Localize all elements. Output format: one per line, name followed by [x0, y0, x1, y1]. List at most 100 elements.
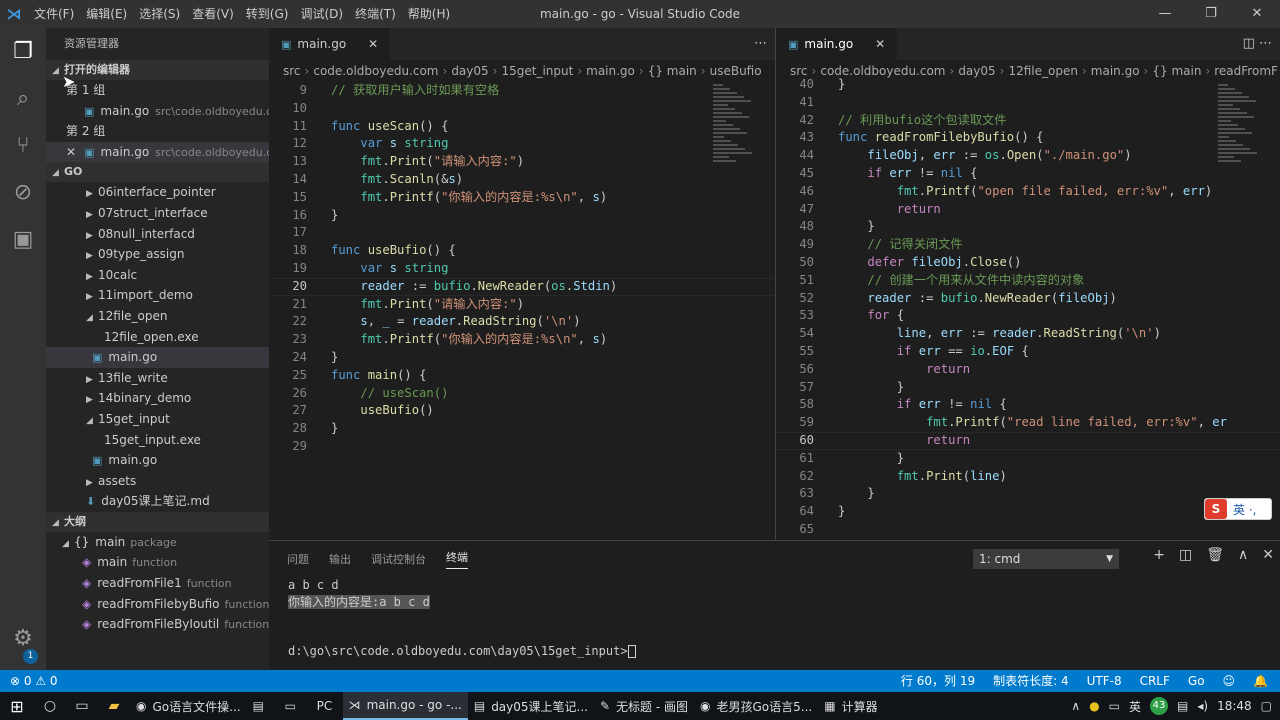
code-line[interactable]: 11 func useScan() {: [269, 118, 775, 136]
more-actions-icon[interactable]: ⋯: [754, 28, 767, 60]
code-line[interactable]: 9 // 获取用户输入时如果有空格: [269, 82, 775, 100]
code-line[interactable]: 45 if err != nil {: [776, 165, 1280, 183]
code-line[interactable]: 65: [776, 521, 1280, 539]
code-line[interactable]: 13 fmt.Print("请输入内容:"): [269, 153, 775, 171]
taskbar-app[interactable]: ◉ 老男孩Go语言5...: [694, 692, 818, 720]
code-line[interactable]: 20 reader := bufio.NewReader(os.Stdin): [269, 278, 775, 296]
code-line[interactable]: 15 fmt.Printf("你输入的内容是:%s\n", s): [269, 189, 775, 207]
breadcrumb-item[interactable]: 15get_input: [501, 64, 573, 78]
network-icon[interactable]: ▤: [1177, 699, 1188, 713]
taskbar-app[interactable]: ▭: [279, 692, 311, 720]
file-explorer-icon[interactable]: ▰: [98, 698, 130, 714]
code-line[interactable]: 19 var s string: [269, 260, 775, 278]
outline-item[interactable]: ◈ readFromFile1 function: [46, 573, 269, 594]
code-line[interactable]: 16}: [269, 207, 775, 225]
outline-root[interactable]: ◢{} main package: [46, 532, 269, 553]
code-line[interactable]: 24}: [269, 349, 775, 367]
split-editor-icon[interactable]: ◫ ⋯: [1243, 28, 1272, 60]
code-line[interactable]: 50 defer fileObj.Close(): [776, 254, 1280, 272]
tray-app-icon[interactable]: ▭: [1109, 699, 1120, 713]
debug-button[interactable]: ⊘: [0, 169, 46, 216]
extensions-button[interactable]: ▣: [0, 216, 46, 263]
code-line[interactable]: 12 var s string: [269, 135, 775, 153]
code-line[interactable]: 61 }: [776, 450, 1280, 468]
code-line[interactable]: 10: [269, 100, 775, 118]
code-line[interactable]: 28}: [269, 420, 775, 438]
code-line[interactable]: 42 // 利用bufio这个包读取文件: [776, 112, 1280, 130]
encoding[interactable]: UTF-8: [1087, 670, 1122, 692]
tree-item[interactable]: ◢ 15get_input: [46, 409, 269, 430]
code-line[interactable]: 52 reader := bufio.NewReader(fileObj): [776, 290, 1280, 308]
code-line[interactable]: 41: [776, 94, 1280, 112]
taskbar-app[interactable]: ▦ 计算器: [818, 692, 883, 720]
trash-icon[interactable]: 🗑: [1206, 547, 1224, 563]
tab-terminal[interactable]: 终端: [446, 549, 468, 569]
menu-view[interactable]: 查看(V): [186, 0, 240, 28]
taskbar-app[interactable]: ◉ Go语言文件操...: [130, 692, 247, 720]
outline-item[interactable]: ◈ readFromFilebyBufio function: [46, 594, 269, 615]
code-line[interactable]: 60 return: [776, 432, 1280, 450]
breadcrumb-item[interactable]: src: [283, 64, 301, 78]
breadcrumb-item[interactable]: {} main: [648, 64, 697, 78]
clock[interactable]: 18:48: [1217, 699, 1252, 713]
tree-item[interactable]: ▶ 10calc: [46, 265, 269, 286]
tree-item[interactable]: ▶ 06interface_pointer: [46, 182, 269, 203]
left-code-area[interactable]: 9 // 获取用户输入时如果有空格 10 11 func useScan() {12 v…: [269, 82, 775, 456]
code-line[interactable]: 17: [269, 224, 775, 242]
code-line[interactable]: 25 func main() {: [269, 367, 775, 385]
temperature-badge[interactable]: 43: [1150, 697, 1168, 715]
tab-close-icon[interactable]: ✕: [875, 37, 885, 51]
tab-problems[interactable]: 问题: [287, 551, 309, 567]
tab-size[interactable]: 制表符长度: 4: [993, 670, 1069, 692]
tree-item[interactable]: ▶ assets: [46, 471, 269, 492]
feedback-icon[interactable]: ☺: [1223, 670, 1236, 692]
cursor-position[interactable]: 行 60，列 19: [901, 670, 975, 692]
outline-item[interactable]: ◈ main function: [46, 552, 269, 573]
left-minimap[interactable]: [713, 82, 763, 172]
tray-app-icon[interactable]: ●: [1089, 699, 1099, 713]
minimize-button[interactable]: —: [1142, 0, 1188, 28]
taskbar-app[interactable]: ▤ day05课上笔记...: [468, 692, 594, 720]
search-button[interactable]: ⌕: [0, 75, 46, 122]
code-line[interactable]: 27 useBufio(): [269, 402, 775, 420]
source-control-button[interactable]: ⑂: [0, 122, 46, 169]
close-window-button[interactable]: ✕: [1234, 0, 1280, 28]
code-line[interactable]: 48 }: [776, 218, 1280, 236]
outline-header[interactable]: ◢ 大纲: [46, 511, 269, 532]
tree-item[interactable]: ▶ 13file_write: [46, 368, 269, 389]
taskbar-app[interactable]: ⋊ main.go - go -...: [342, 692, 468, 720]
code-line[interactable]: 54 line, err := reader.ReadString('\n'): [776, 325, 1280, 343]
tree-item[interactable]: ▶ 14binary_demo: [46, 388, 269, 409]
terminal-output[interactable]: a b c d 你输入的内容是:a b c d d:\go\src\code.o…: [269, 577, 1280, 660]
open-editor-item[interactable]: ▣main.gosrc\code.oldboyedu.com...: [46, 101, 269, 122]
close-panel-icon[interactable]: ✕: [1262, 547, 1274, 563]
tray-arrow-icon[interactable]: ∧: [1071, 699, 1080, 713]
code-line[interactable]: 29: [269, 438, 775, 456]
volume-icon[interactable]: ◂): [1197, 699, 1208, 713]
language-mode[interactable]: Go: [1188, 670, 1205, 692]
code-line[interactable]: 56 return: [776, 361, 1280, 379]
tree-item[interactable]: 12file_open.exe: [46, 327, 269, 348]
left-tab-main-go[interactable]: ▣ main.go ✕: [269, 28, 391, 60]
code-line[interactable]: 23 fmt.Printf("你输入的内容是:%s\n", s): [269, 331, 775, 349]
tree-item[interactable]: ◢ 12file_open: [46, 306, 269, 327]
tree-item[interactable]: ▶ 07struct_interface: [46, 203, 269, 224]
problems-status[interactable]: ⊗ 0 ⚠ 0: [10, 670, 58, 692]
taskbar-app[interactable]: PC: [311, 692, 343, 720]
tab-debug-console[interactable]: 调试控制台: [371, 551, 426, 567]
maximize-panel-icon[interactable]: ∧: [1238, 547, 1248, 563]
tree-item[interactable]: ▶ 11import_demo: [46, 285, 269, 306]
search-icon[interactable]: ○: [34, 698, 66, 714]
tree-item[interactable]: ▣ main.go: [46, 450, 269, 471]
code-line[interactable]: 51 // 创建一个用来从文件中读内容的对象: [776, 272, 1280, 290]
breadcrumb-item[interactable]: code.oldboyedu.com: [313, 64, 438, 78]
code-line[interactable]: 22 s, _ = reader.ReadString('\n'): [269, 313, 775, 331]
code-line[interactable]: 44 fileObj, err := os.Open("./main.go"): [776, 147, 1280, 165]
code-line[interactable]: 49 // 记得关闭文件: [776, 236, 1280, 254]
code-line[interactable]: 62 fmt.Print(line): [776, 468, 1280, 486]
right-editor-actions[interactable]: ◫ ⋯: [1243, 28, 1272, 60]
open-editor-item-active[interactable]: ✕▣main.gosrc\code.oldboyedu.com...: [46, 141, 269, 163]
code-line[interactable]: 43 func readFromFilebyBufio() {: [776, 129, 1280, 147]
notifications-icon[interactable]: 🔔: [1253, 670, 1268, 692]
code-line[interactable]: 14 fmt.Scanln(&s): [269, 171, 775, 189]
